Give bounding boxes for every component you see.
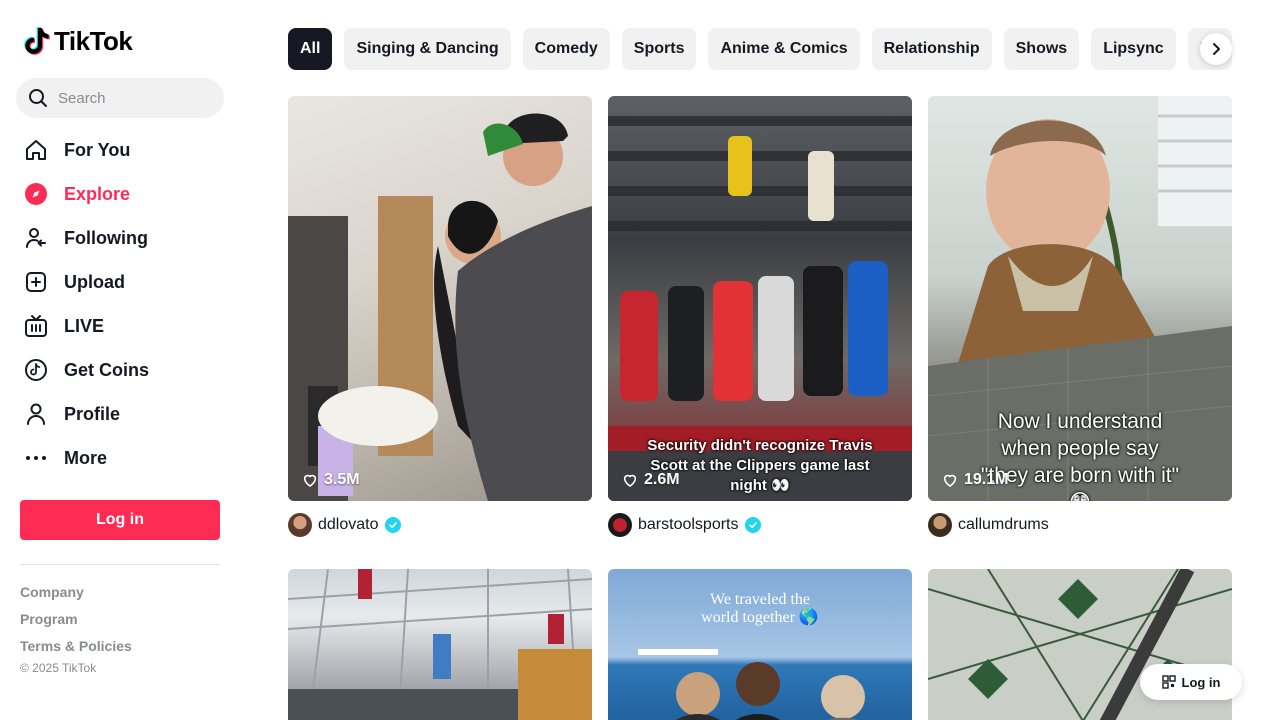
nav-label: Upload	[64, 271, 125, 292]
floating-login-label: Log in	[1181, 674, 1221, 690]
category-chip-singing-dancing[interactable]: Singing & Dancing	[344, 28, 511, 70]
footer-link-terms[interactable]: Terms & Policies	[20, 636, 132, 663]
thumbnail-art	[288, 569, 592, 720]
nav-item-following[interactable]: Following	[20, 216, 230, 260]
nav-label: LIVE	[64, 315, 105, 336]
video-card	[288, 569, 592, 720]
video-grid: 3.5M ddlovato Security didn't recognize …	[288, 96, 1232, 720]
following-icon	[24, 226, 48, 250]
home-icon	[24, 138, 48, 162]
like-count-value: 19.1M	[964, 471, 1009, 488]
sidebar-divider	[20, 564, 220, 565]
like-count-value: 2.6M	[644, 471, 680, 488]
category-chip-anime-comics[interactable]: Anime & Comics	[708, 28, 860, 70]
author-name: ddlovato	[318, 516, 379, 533]
nav-label: For You	[64, 139, 131, 160]
footer-link-company[interactable]: Company	[20, 582, 132, 609]
copyright: © 2025 TikTok	[20, 661, 97, 675]
verified-badge-icon	[744, 517, 761, 533]
search-input[interactable]	[58, 89, 208, 107]
like-count: 19.1M	[942, 471, 1008, 489]
tiktok-logo-icon	[24, 27, 50, 55]
category-chip-comedy[interactable]: Comedy	[522, 28, 610, 70]
author-name: callumdrums	[958, 516, 1049, 533]
nav-item-profile[interactable]: Profile	[20, 392, 230, 436]
search-icon	[29, 89, 47, 107]
nav-label: More	[64, 447, 108, 468]
video-thumbnail[interactable]: Now I understand when people say "they a…	[928, 96, 1232, 501]
like-count: 3.5M	[302, 471, 360, 489]
author-name: barstoolsports	[638, 516, 739, 533]
nav-item-for-you[interactable]: For You	[20, 128, 230, 172]
floating-login-button[interactable]: Log in	[1140, 664, 1242, 700]
chevron-right-icon	[1213, 43, 1220, 55]
verified-badge-icon	[384, 517, 401, 533]
nav-label: Following	[64, 227, 148, 248]
login-button[interactable]: Log in	[20, 500, 220, 540]
thumbnail-art	[288, 113, 592, 501]
heart-icon	[943, 474, 957, 487]
logo-wordmark: TikTok	[54, 25, 133, 56]
author-row[interactable]: callumdrums	[928, 501, 1232, 549]
heart-icon	[623, 474, 637, 487]
video-caption: We traveled the world together 🌎	[701, 591, 819, 626]
nav-item-get-coins[interactable]: Get Coins	[20, 348, 230, 392]
category-bar: All Singing & Dancing Comedy Sports Anim…	[288, 28, 1232, 70]
search-box[interactable]	[16, 78, 224, 118]
qr-code-icon	[1161, 675, 1176, 689]
like-count-value: 3.5M	[324, 471, 360, 488]
nav-label: Profile	[64, 403, 121, 424]
video-thumbnail[interactable]	[288, 569, 592, 720]
avatar	[608, 513, 632, 537]
category-chip-shows[interactable]: Shows	[1003, 28, 1080, 70]
nav-item-live[interactable]: LIVE	[20, 304, 230, 348]
upload-icon	[24, 270, 48, 294]
like-count: 2.6M	[622, 471, 680, 489]
video-card: Security didn't recognize Travis Scott a…	[608, 96, 912, 569]
category-chip-sports[interactable]: Sports	[621, 28, 697, 70]
coins-icon	[24, 358, 48, 382]
tiktok-logo[interactable]: TikTok	[24, 24, 133, 58]
nav-label: Get Coins	[64, 359, 150, 380]
nav-item-explore[interactable]: Explore	[20, 172, 230, 216]
category-next-button[interactable]	[1200, 33, 1232, 65]
video-thumbnail[interactable]: 3.5M	[288, 96, 592, 501]
footer-links: Company Program Terms & Policies	[20, 582, 132, 663]
video-card: 3.5M ddlovato	[288, 96, 592, 569]
more-icon	[24, 446, 48, 470]
video-thumbnail[interactable]: Security didn't recognize Travis Scott a…	[608, 96, 912, 501]
author-row[interactable]: barstoolsports	[608, 501, 912, 549]
category-chip-lipsync[interactable]: Lipsync	[1091, 28, 1176, 70]
avatar	[928, 513, 952, 537]
video-thumbnail[interactable]: We traveled the world together 🌎	[608, 569, 912, 720]
author-row[interactable]: ddlovato	[288, 501, 592, 549]
main-nav: For You Explore Following Upload LIVE Ge…	[20, 128, 230, 480]
video-card: We traveled the world together 🌎	[608, 569, 912, 720]
video-card: Now I understand when people say "they a…	[928, 96, 1232, 569]
category-chip-relationship[interactable]: Relationship	[871, 28, 992, 70]
footer-link-program[interactable]: Program	[20, 609, 132, 636]
live-icon	[24, 314, 48, 338]
nav-item-upload[interactable]: Upload	[20, 260, 230, 304]
category-chip-all[interactable]: All	[288, 28, 333, 70]
nav-item-more[interactable]: More	[20, 436, 230, 480]
heart-icon	[303, 474, 317, 487]
profile-icon	[24, 402, 48, 426]
compass-icon	[24, 182, 48, 206]
sidebar: TikTok For You Explore Following	[0, 0, 240, 720]
avatar	[288, 513, 312, 537]
nav-label: Explore	[64, 183, 131, 204]
